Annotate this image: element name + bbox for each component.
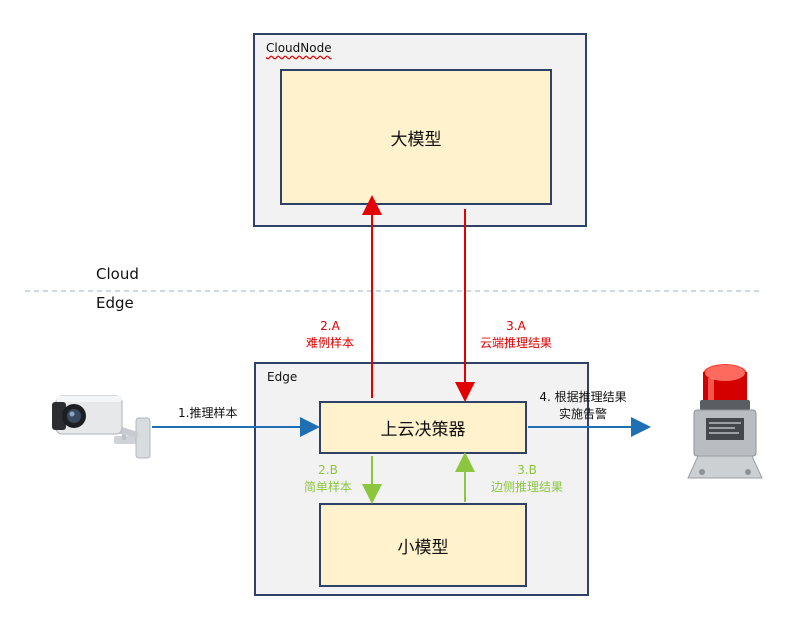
step-1-label: 1.推理样本: [178, 406, 238, 420]
step-3a-label: 3.A 云端推理结果: [473, 318, 559, 352]
step-2b-text: 简单样本: [303, 480, 352, 494]
step-2b-number: 2.B: [318, 463, 338, 477]
step-2a-text: 难例样本: [305, 336, 354, 350]
step-4-line1: 4. 根据推理结果: [539, 390, 627, 404]
security-camera-icon: [52, 395, 151, 459]
step-2b-label: 2.B 简单样本: [296, 462, 360, 496]
step-3a-text: 云端推理结果: [479, 336, 552, 350]
step-2a-number: 2.A: [320, 319, 340, 333]
step-3b-text: 边侧推理结果: [490, 480, 563, 494]
step-4-line2: 实施告警: [558, 407, 607, 421]
arrows-layer: [25, 195, 760, 504]
step-4-label: 4. 根据推理结果 实施告警: [528, 389, 638, 423]
step-3a-number: 3.A: [506, 319, 526, 333]
step-2a-label: 2.A 难例样本: [300, 318, 360, 352]
step-3b-label: 3.B 边侧推理结果: [482, 462, 572, 496]
step-3b-number: 3.B: [517, 463, 537, 477]
warning-light-icon: [687, 364, 763, 479]
